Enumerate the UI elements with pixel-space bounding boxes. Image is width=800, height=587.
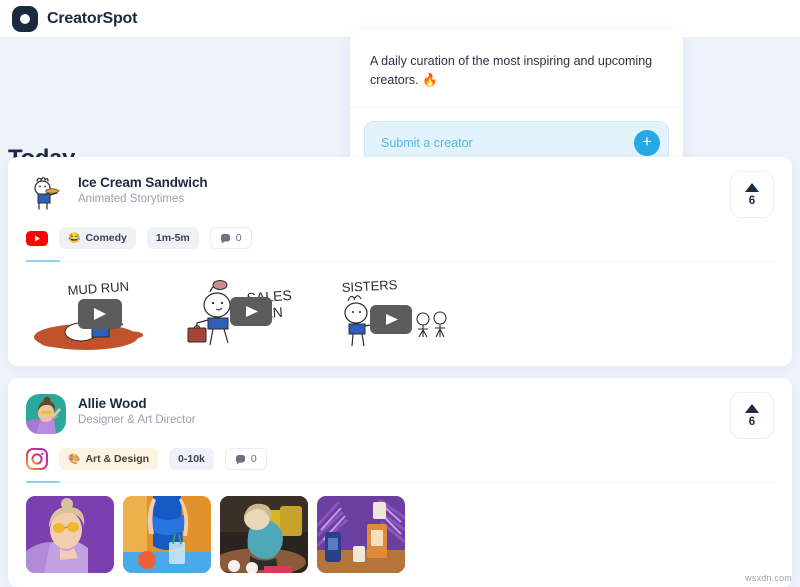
creator-role: Designer & Art Director xyxy=(78,414,196,426)
category-label: Comedy xyxy=(85,232,127,244)
comment-bubble-icon xyxy=(220,233,230,243)
tag-metric[interactable]: 1m-5m xyxy=(146,227,199,249)
creator-name: Allie Wood xyxy=(78,396,147,411)
thumbnail-strip xyxy=(26,496,774,573)
tag-category[interactable]: 😂 Comedy xyxy=(59,227,136,249)
comments-badge[interactable]: 0 xyxy=(224,448,267,470)
creator-card[interactable]: 6 Allie Wood Designer & Art Director 🎨 A… xyxy=(8,378,792,587)
photo-thumbnail[interactable] xyxy=(26,496,114,573)
upvote-triangle-icon xyxy=(745,403,759,413)
category-emoji: 😂 xyxy=(68,232,81,244)
youtube-icon[interactable] xyxy=(26,227,48,249)
brand-logo[interactable]: CreatorSpot xyxy=(12,5,138,32)
avatar xyxy=(26,173,66,213)
photo-thumbnail[interactable] xyxy=(123,496,211,573)
thumb-title-3: SISTERS xyxy=(341,277,398,295)
creator-feed: 6 Ice Cream Sandwich Animated Storytimes… xyxy=(0,157,800,587)
thumbnail-strip: MUD RUN SALES MAN xyxy=(26,275,774,352)
photo-thumbnail[interactable] xyxy=(220,496,308,573)
video-thumbnail[interactable]: MUD RUN xyxy=(26,275,163,352)
tag-category[interactable]: 🎨 Art & Design xyxy=(59,448,159,470)
creator-tags: 🎨 Art & Design 0-10k 0 xyxy=(26,448,774,470)
watermark: wsxdn.com xyxy=(745,573,792,583)
creator-name: Ice Cream Sandwich xyxy=(78,175,208,190)
category-label: Art & Design xyxy=(85,453,150,465)
instagram-icon[interactable] xyxy=(26,448,48,470)
creator-tags: 😂 Comedy 1m-5m 0 xyxy=(26,227,774,249)
upvote-button[interactable]: 6 xyxy=(730,392,774,439)
creator-identity: Ice Cream Sandwich Animated Storytimes xyxy=(78,173,208,205)
hero-section: A daily curation of the most inspiring a… xyxy=(0,30,800,181)
comments-count: 0 xyxy=(235,232,242,244)
creator-header: Allie Wood Designer & Art Director xyxy=(26,394,774,434)
creator-identity: Allie Wood Designer & Art Director xyxy=(78,394,196,426)
tag-metric[interactable]: 0-10k xyxy=(169,448,214,470)
upvote-button[interactable]: 6 xyxy=(730,171,774,218)
category-emoji: 🎨 xyxy=(68,453,81,465)
upvote-count: 6 xyxy=(748,194,756,207)
video-thumbnail[interactable]: SISTERS xyxy=(318,275,455,352)
intro-description: A daily curation of the most inspiring a… xyxy=(350,30,683,108)
creator-header: Ice Cream Sandwich Animated Storytimes xyxy=(26,173,774,213)
photo-thumbnail[interactable] xyxy=(317,496,405,573)
comment-bubble-icon xyxy=(235,454,245,464)
card-divider xyxy=(26,260,774,262)
brand-name: CreatorSpot xyxy=(47,9,138,27)
creatorspot-logo-icon xyxy=(12,5,38,32)
comments-badge[interactable]: 0 xyxy=(209,227,252,249)
upvote-count: 6 xyxy=(748,415,756,428)
creator-role: Animated Storytimes xyxy=(78,193,185,205)
card-divider xyxy=(26,481,774,483)
video-thumbnail[interactable]: SALES MAN xyxy=(172,275,309,352)
upvote-triangle-icon xyxy=(745,182,759,192)
creator-card[interactable]: 6 Ice Cream Sandwich Animated Storytimes… xyxy=(8,157,792,366)
avatar xyxy=(26,394,66,434)
comments-count: 0 xyxy=(250,453,257,465)
